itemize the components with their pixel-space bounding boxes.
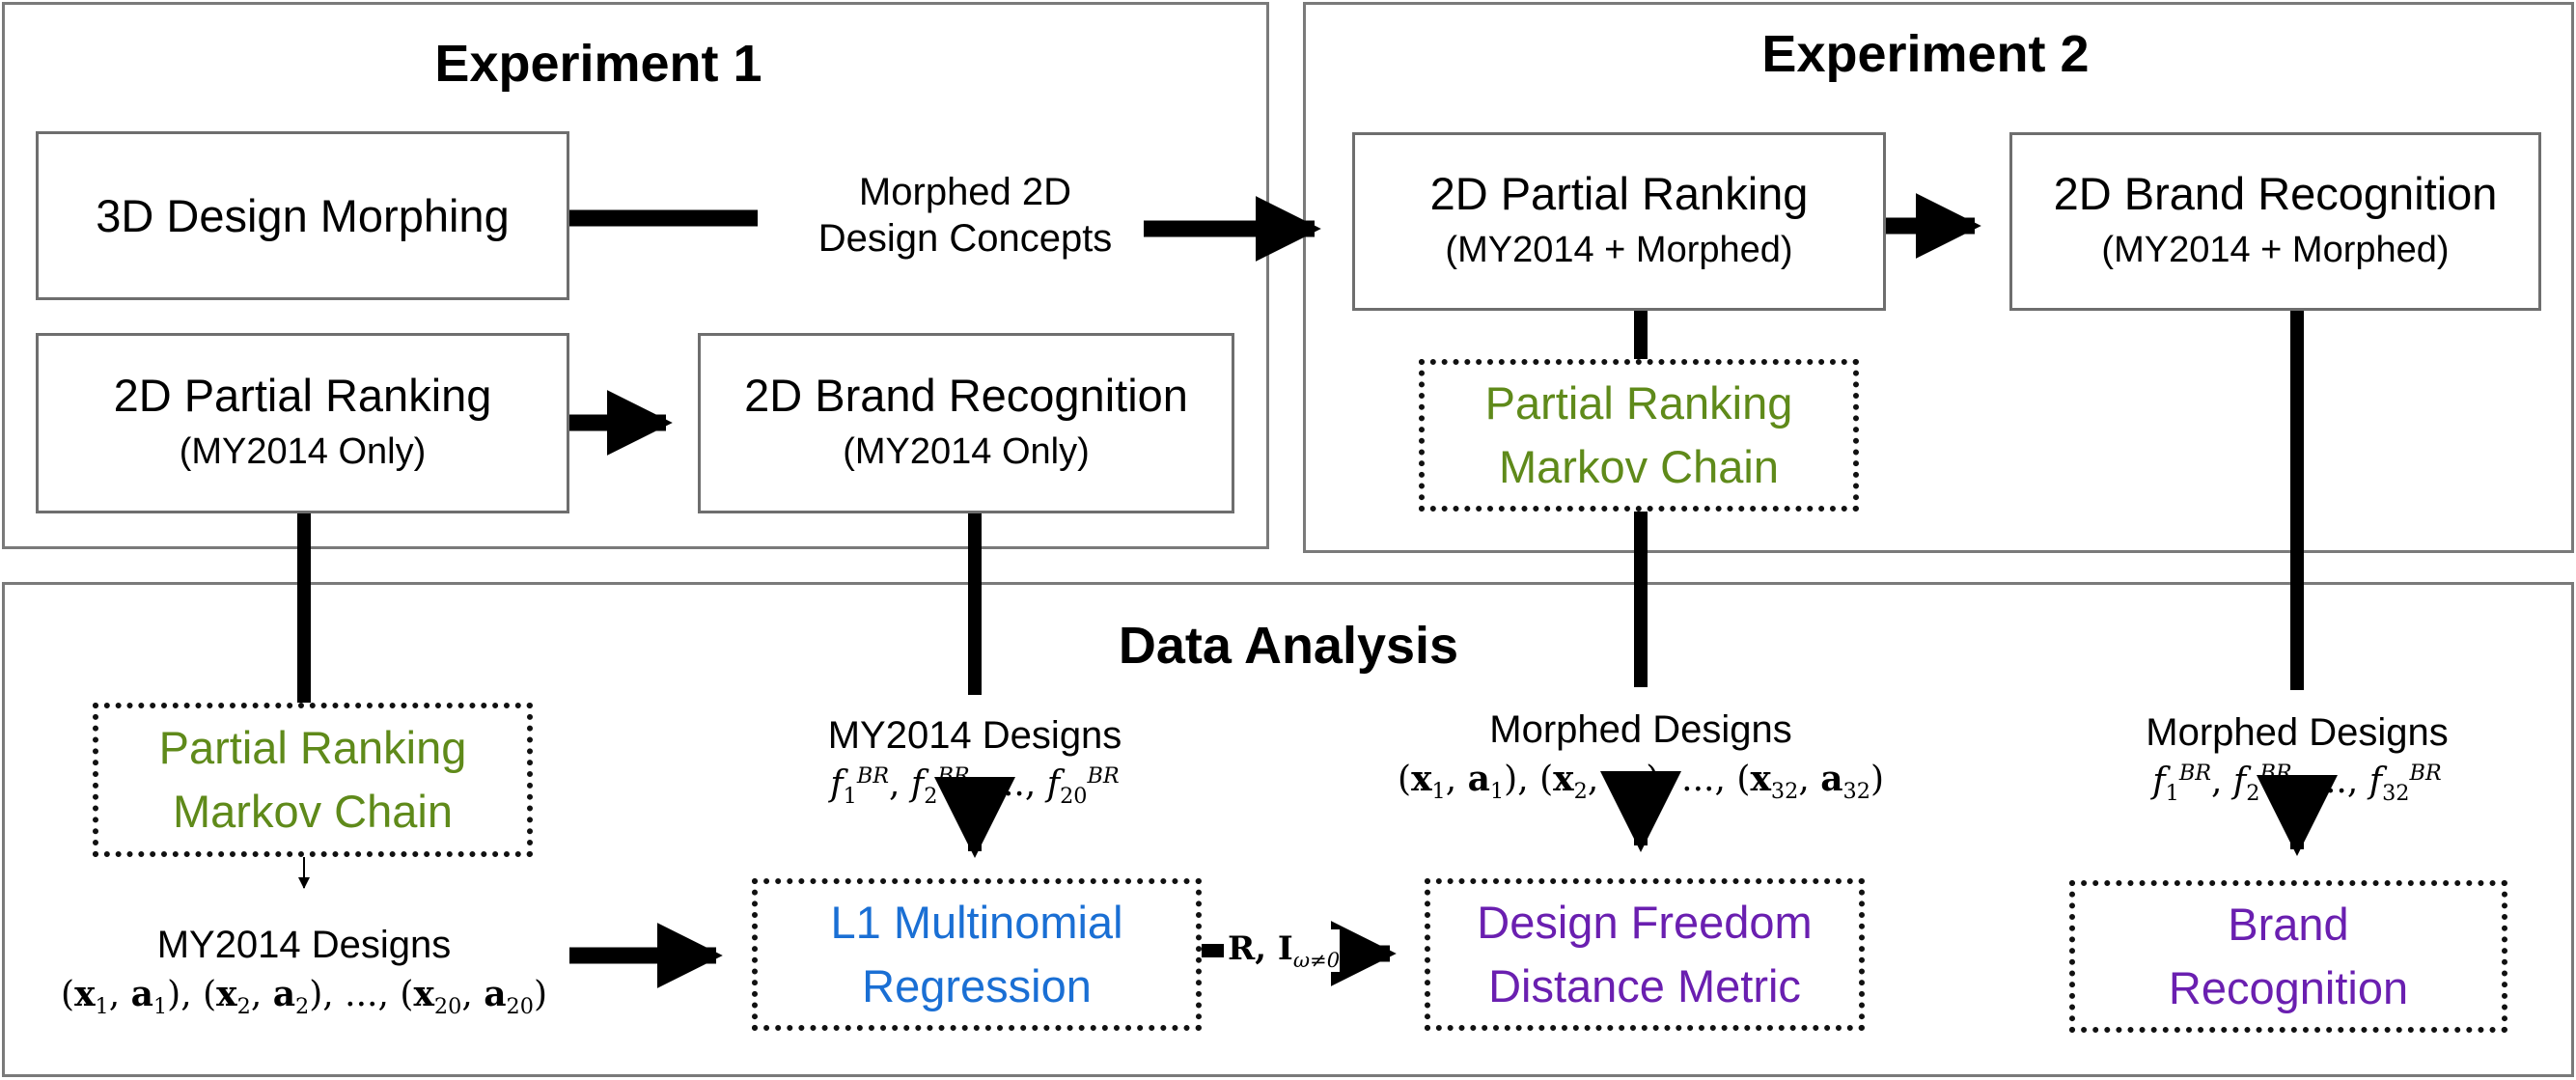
my2014-designs-pairs-label: MY2014 Designs (x1, a1), (x2, a2), ..., … — [61, 922, 547, 1024]
design-freedom-line1: Design Freedom — [1477, 897, 1813, 949]
my2014-designs-f-title: MY2014 Designs — [827, 714, 1122, 757]
design-freedom-box: Design Freedom Distance Metric — [1425, 878, 1865, 1031]
exp1-partial-ranking-label: 2D Partial Ranking — [113, 369, 492, 421]
da-markov-line1: Partial Ranking — [158, 722, 467, 774]
brand-recognition-box: Brand Recognition — [2069, 880, 2507, 1033]
design-morphing-box: 3D Design Morphing — [36, 131, 569, 300]
brand-recognition-line2: Recognition — [2168, 962, 2409, 1013]
exp2-partial-ranking-label: 2D Partial Ranking — [1429, 167, 1809, 219]
exp1-brand-recognition-sub: (MY2014 Only) — [843, 430, 1090, 472]
exp1-brand-recognition-label: 2D Brand Recognition — [744, 369, 1188, 421]
my2014-designs-pairs-formula: (x1, a1), (x2, a2), ..., (x20, a20) — [61, 974, 547, 1020]
morphed-concepts-line2: Design Concepts — [817, 217, 1113, 260]
l1-regression-box: L1 Multinomial Regression — [752, 878, 1202, 1031]
exp2-markov-line1: Partial Ranking — [1484, 377, 1793, 429]
morphed-concepts-line1: Morphed 2D — [858, 171, 1072, 213]
morphed-designs-f-label: Morphed Designs f1BR, f2BR, ..., f32BR — [2146, 709, 2449, 811]
design-morphing-label: 3D Design Morphing — [96, 189, 510, 241]
morphed-concepts-label: Morphed 2D Design Concepts — [818, 169, 1113, 262]
l1-regression-line1: L1 Multinomial — [830, 897, 1123, 949]
morphed-designs-pairs-title: Morphed Designs — [1489, 708, 1792, 751]
l1-regression-line2: Regression — [862, 960, 1092, 1011]
exp2-brand-recognition-label: 2D Brand Recognition — [2053, 167, 2498, 219]
my2014-designs-pairs-title: MY2014 Designs — [156, 924, 452, 966]
da-markov-chain-box: Partial Ranking Markov Chain — [93, 703, 533, 857]
exp1-partial-ranking-sub: (MY2014 Only) — [179, 430, 427, 472]
design-freedom-line2: Distance Metric — [1488, 960, 1801, 1011]
exp2-markov-line2: Markov Chain — [1499, 441, 1779, 492]
regression-output-label: R, Iω≠0 — [1228, 929, 1341, 972]
exp1-brand-recognition-box: 2D Brand Recognition (MY2014 Only) — [698, 333, 1234, 513]
exp2-markov-chain-box: Partial Ranking Markov Chain — [1419, 359, 1859, 512]
exp2-partial-ranking-box: 2D Partial Ranking (MY2014 + Morphed) — [1352, 132, 1886, 311]
brand-recognition-line1: Brand — [2228, 899, 2349, 951]
morphed-designs-f-formula: f1BR, f2BR, ..., f32BR — [2152, 761, 2442, 807]
exp2-brand-recognition-box: 2D Brand Recognition (MY2014 + Morphed) — [2009, 132, 2541, 311]
my2014-designs-f-label: MY2014 Designs f1BR, f2BR, ..., f20BR — [828, 712, 1122, 814]
exp2-brand-recognition-sub: (MY2014 + Morphed) — [2101, 229, 2450, 270]
exp2-partial-ranking-sub: (MY2014 + Morphed) — [1445, 229, 1793, 270]
morphed-designs-pairs-formula: (x1, a1), (x2, a2), ..., (x32, a32) — [1398, 759, 1884, 805]
exp1-partial-ranking-box: 2D Partial Ranking (MY2014 Only) — [36, 333, 569, 513]
my2014-designs-f-formula: f1BR, f2BR, ..., f20BR — [830, 763, 1120, 810]
da-markov-line2: Markov Chain — [173, 786, 453, 837]
morphed-designs-pairs-label: Morphed Designs (x1, a1), (x2, a2), ...,… — [1398, 706, 1884, 809]
morphed-designs-f-title: Morphed Designs — [2146, 711, 2449, 754]
